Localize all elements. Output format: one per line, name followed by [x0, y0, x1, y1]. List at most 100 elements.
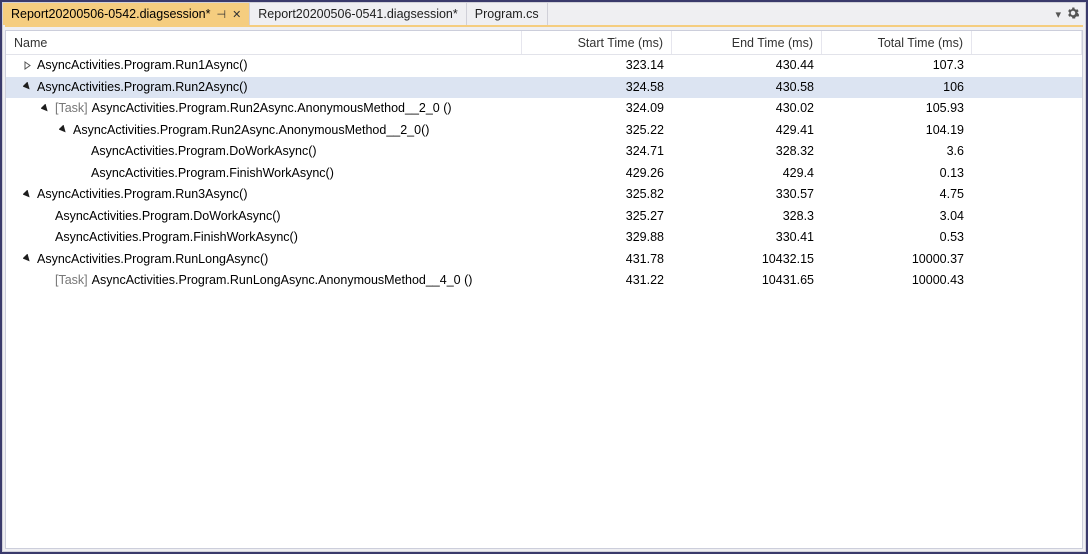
collapse-icon[interactable]	[22, 189, 33, 200]
cell-start: 324.71	[522, 141, 672, 162]
cell-spacer	[972, 184, 1082, 205]
cell-total: 104.19	[822, 120, 972, 141]
cell-end: 330.57	[672, 184, 822, 205]
cell-spacer	[972, 249, 1082, 270]
column-header-end[interactable]: End Time (ms)	[672, 31, 822, 54]
tab-label: Program.cs	[475, 7, 539, 21]
cell-spacer	[972, 206, 1082, 227]
collapse-icon[interactable]	[58, 124, 69, 135]
cell-total: 3.6	[822, 141, 972, 162]
cell-end: 429.4	[672, 163, 822, 184]
document-tab[interactable]: Report20200506-0541.diagsession*	[250, 3, 466, 25]
table-row[interactable]: AsyncActivities.Program.DoWorkAsync() 325…	[6, 206, 1082, 228]
cell-end: 430.02	[672, 98, 822, 119]
table-row[interactable]: AsyncActivities.Program.Run1Async()323.1…	[6, 55, 1082, 77]
pin-icon[interactable]: ⊣	[216, 8, 226, 21]
cell-name: AsyncActivities.Program.Run2Async()	[6, 77, 522, 98]
cell-end: 429.41	[672, 120, 822, 141]
cell-spacer	[972, 270, 1082, 291]
row-name-text: AsyncActivities.Program.RunLongAsync.Ano…	[92, 273, 473, 287]
row-name-text: AsyncActivities.Program.Run2Async.Anonym…	[73, 123, 429, 137]
cell-spacer	[972, 227, 1082, 248]
cell-end: 328.3	[672, 206, 822, 227]
cell-total: 4.75	[822, 184, 972, 205]
cell-total: 10000.43	[822, 270, 972, 291]
expand-icon[interactable]	[22, 60, 33, 71]
table-row[interactable]: AsyncActivities.Program.DoWorkAsync() 324…	[6, 141, 1082, 163]
cell-name: AsyncActivities.Program.Run3Async()	[6, 184, 522, 205]
cell-start: 324.09	[522, 98, 672, 119]
table-row[interactable]: AsyncActivities.Program.FinishWorkAsync(…	[6, 163, 1082, 185]
results-grid: Name Start Time (ms) End Time (ms) Total…	[5, 30, 1083, 549]
cell-start: 431.78	[522, 249, 672, 270]
row-name-text: AsyncActivities.Program.Run2Async()	[37, 80, 247, 94]
expander-placeholder	[76, 167, 87, 178]
table-row[interactable]: AsyncActivities.Program.Run2Async.Anonym…	[6, 120, 1082, 142]
column-header-name[interactable]: Name	[6, 31, 522, 54]
cell-end: 328.32	[672, 141, 822, 162]
collapse-icon[interactable]	[22, 253, 33, 264]
row-name-text: AsyncActivities.Program.RunLongAsync()	[37, 252, 268, 266]
cell-name: [Task] AsyncActivities.Program.Run2Async.…	[6, 98, 522, 119]
cell-start: 429.26	[522, 163, 672, 184]
cell-spacer	[972, 98, 1082, 119]
table-row[interactable]: AsyncActivities.Program.RunLongAsync() 43…	[6, 249, 1082, 271]
table-row[interactable]: [Task] AsyncActivities.Program.RunLongAsy…	[6, 270, 1082, 292]
cell-total: 0.13	[822, 163, 972, 184]
task-badge: [Task]	[55, 273, 88, 287]
collapse-icon[interactable]	[40, 103, 51, 114]
cell-end: 10432.15	[672, 249, 822, 270]
table-row[interactable]: AsyncActivities.Program.Run2Async() 324.5…	[6, 77, 1082, 99]
profiler-window: Report20200506-0542.diagsession*⊣✕Report…	[2, 2, 1086, 552]
row-name-text: AsyncActivities.Program.FinishWorkAsync(…	[55, 230, 298, 244]
cell-name: AsyncActivities.Program.RunLongAsync()	[6, 249, 522, 270]
cell-spacer	[972, 77, 1082, 98]
expander-placeholder	[76, 146, 87, 157]
task-badge: [Task]	[55, 101, 88, 115]
row-name-text: AsyncActivities.Program.Run1Async()	[37, 58, 247, 72]
tab-label: Report20200506-0542.diagsession*	[11, 7, 210, 21]
cell-total: 0.53	[822, 227, 972, 248]
cell-start: 325.22	[522, 120, 672, 141]
cell-start: 324.58	[522, 77, 672, 98]
cell-start: 329.88	[522, 227, 672, 248]
cell-spacer	[972, 163, 1082, 184]
cell-start: 431.22	[522, 270, 672, 291]
expander-placeholder	[40, 232, 51, 243]
row-name-text: AsyncActivities.Program.FinishWorkAsync(…	[91, 166, 334, 180]
column-header-start[interactable]: Start Time (ms)	[522, 31, 672, 54]
document-tab[interactable]: Program.cs	[467, 3, 548, 25]
cell-total: 3.04	[822, 206, 972, 227]
gear-icon[interactable]	[1067, 7, 1079, 22]
row-name-text: AsyncActivities.Program.DoWorkAsync()	[91, 144, 317, 158]
cell-name: AsyncActivities.Program.DoWorkAsync()	[6, 206, 522, 227]
cell-total: 10000.37	[822, 249, 972, 270]
tab-strip-actions: ▾	[1049, 3, 1085, 25]
tab-scroll-dropdown-icon[interactable]: ▾	[1055, 8, 1061, 21]
cell-spacer	[972, 120, 1082, 141]
grid-header: Name Start Time (ms) End Time (ms) Total…	[6, 31, 1082, 55]
cell-name: AsyncActivities.Program.Run1Async()	[6, 55, 522, 76]
cell-total: 106	[822, 77, 972, 98]
cell-total: 105.93	[822, 98, 972, 119]
cell-name: AsyncActivities.Program.Run2Async.Anonym…	[6, 120, 522, 141]
cell-name: AsyncActivities.Program.FinishWorkAsync(…	[6, 227, 522, 248]
expander-placeholder	[40, 210, 51, 221]
collapse-icon[interactable]	[22, 81, 33, 92]
cell-start: 325.27	[522, 206, 672, 227]
row-name-text: AsyncActivities.Program.Run2Async.Anonym…	[92, 101, 452, 115]
table-row[interactable]: [Task] AsyncActivities.Program.Run2Async.…	[6, 98, 1082, 120]
row-name-text: AsyncActivities.Program.Run3Async()	[37, 187, 247, 201]
cell-start: 325.82	[522, 184, 672, 205]
cell-end: 430.58	[672, 77, 822, 98]
close-icon[interactable]: ✕	[232, 8, 241, 21]
column-header-total[interactable]: Total Time (ms)	[822, 31, 972, 54]
cell-spacer	[972, 55, 1082, 76]
cell-end: 330.41	[672, 227, 822, 248]
table-row[interactable]: AsyncActivities.Program.Run3Async() 325.8…	[6, 184, 1082, 206]
cell-total: 107.3	[822, 55, 972, 76]
cell-name: [Task] AsyncActivities.Program.RunLongAsy…	[6, 270, 522, 291]
table-row[interactable]: AsyncActivities.Program.FinishWorkAsync(…	[6, 227, 1082, 249]
document-tab[interactable]: Report20200506-0542.diagsession* ⊣ ✕	[3, 3, 250, 25]
row-name-text: AsyncActivities.Program.DoWorkAsync()	[55, 209, 281, 223]
